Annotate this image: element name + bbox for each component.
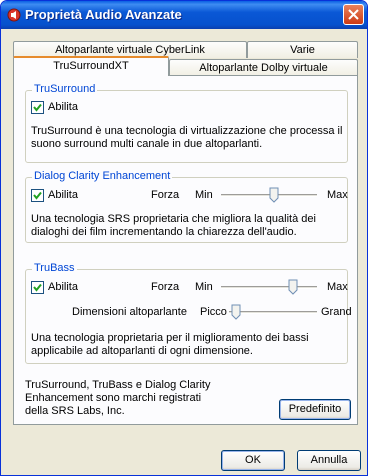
checkmark-icon: [33, 191, 42, 200]
trubass-description: Una tecnologia proprietaria per il migli…: [31, 332, 309, 357]
ok-button[interactable]: OK: [221, 450, 285, 471]
dialog-clarity-strength-label: Forza: [151, 189, 180, 201]
checkmark-icon: [33, 283, 42, 292]
speaker-size-large-label: Grand: [321, 306, 352, 318]
close-icon: [348, 9, 359, 20]
dialog-clarity-enable-label: Abilita: [48, 189, 78, 201]
trusurround-description: TruSurround è una tecnologia di virtuali…: [31, 125, 343, 150]
tab-panel-trusurroundxt: TruSurround Abilita TruSurround è una te…: [13, 75, 358, 425]
trusurround-group-label: TruSurround: [32, 83, 98, 95]
trubass-group: TruBass Abilita Forza Min Max Dimensioni…: [25, 262, 352, 364]
speaker-size-slider-thumb[interactable]: [231, 304, 241, 320]
tab-misc[interactable]: Varie: [247, 41, 358, 58]
dialog-clarity-min-label: Min: [195, 189, 213, 201]
trubass-enable-checkbox[interactable]: [31, 281, 44, 294]
speaker-size-label: Dimensioni altoparlante: [72, 306, 187, 318]
speaker-size-small-label: Picco: [200, 306, 227, 318]
dialog-clarity-group: Dialog Clarity Enhancement Abilita Forza…: [25, 170, 348, 243]
default-button[interactable]: Predefinito: [279, 399, 351, 420]
checkmark-icon: [33, 103, 42, 112]
dialog-clarity-slider-thumb[interactable]: [269, 187, 279, 203]
speaker-size-slider-track[interactable]: [229, 311, 317, 314]
dialog-clarity-enable-checkbox[interactable]: [31, 189, 44, 202]
trubass-strength-slider-thumb[interactable]: [288, 279, 298, 295]
trademark-notice: TruSurround, TruBass e Dialog Clarity En…: [25, 379, 211, 417]
trubass-enable-label: Abilita: [48, 281, 78, 293]
window-title: Proprietà Audio Avanzate: [25, 7, 182, 22]
close-button[interactable]: [343, 4, 364, 25]
trusurround-enable-label: Abilita: [48, 101, 78, 113]
title-bar[interactable]: Proprietà Audio Avanzate: [1, 1, 367, 29]
cancel-button[interactable]: Annulla: [297, 450, 361, 471]
audio-properties-window: Proprietà Audio Avanzate Altoparlante vi…: [0, 0, 368, 476]
tab-trusurroundxt[interactable]: TruSurroundXT: [13, 56, 169, 76]
trubass-max-label: Max: [327, 281, 348, 293]
dialog-clarity-description: Una tecnologia SRS proprietaria che migl…: [31, 213, 316, 238]
trusurround-enable-checkbox[interactable]: [31, 101, 44, 114]
tab-dolby-virtual-speaker[interactable]: Altoparlante Dolby virtuale: [169, 59, 358, 76]
speaker-app-icon: [7, 8, 21, 22]
trubass-strength-slider-track[interactable]: [221, 286, 317, 289]
trubass-strength-label: Forza: [151, 281, 180, 293]
trubass-group-label: TruBass: [32, 262, 77, 274]
trubass-min-label: Min: [195, 281, 213, 293]
dialog-clarity-group-label: Dialog Clarity Enhancement: [32, 170, 173, 182]
dialog-clarity-max-label: Max: [327, 189, 348, 201]
trusurround-group: TruSurround Abilita TruSurround è una te…: [25, 83, 348, 163]
